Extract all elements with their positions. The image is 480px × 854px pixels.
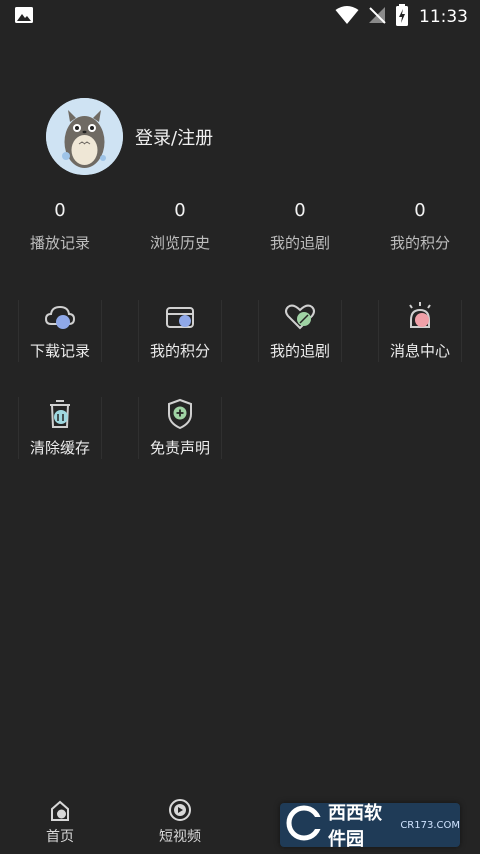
play-circle-icon (168, 798, 192, 822)
nav-label: 首页 (46, 829, 74, 845)
stat-value: 0 (54, 200, 66, 221)
grid-item-download-record[interactable]: 下载记录 (0, 298, 120, 395)
points-card-icon (163, 300, 197, 334)
nav-label: 短视频 (159, 829, 201, 845)
status-bar: 11:33 (0, 0, 480, 34)
heart-follow-icon (283, 300, 317, 334)
bell-icon (403, 300, 437, 334)
grid-item-disclaimer[interactable]: 免责声明 (120, 395, 240, 492)
watermark-text: 西西软件园 (328, 803, 382, 850)
watermark-logo-icon (286, 805, 322, 845)
no-signal-icon (367, 5, 387, 29)
grid-item-my-follow[interactable]: 我的追剧 (240, 298, 360, 395)
stats-row: 0 播放记录 0 浏览历史 0 我的追剧 0 我的积分 (0, 198, 480, 253)
function-grid: 下载记录 我的积分 我的追剧 消息中心 清除缓存 免责声明 (0, 298, 480, 492)
status-time: 11:33 (419, 7, 468, 27)
shield-plus-icon (163, 397, 197, 431)
nav-item-short-video[interactable]: 短视频 (120, 794, 240, 854)
stat-browse-history[interactable]: 0 浏览历史 (120, 198, 240, 253)
stat-label: 我的积分 (389, 234, 450, 252)
grid-item-label: 我的积分 (149, 342, 210, 360)
trash-icon (43, 397, 77, 431)
grid-item-my-points[interactable]: 我的积分 (120, 298, 240, 395)
stat-play-record[interactable]: 0 播放记录 (0, 198, 120, 253)
grid-item-label: 我的追剧 (269, 342, 330, 360)
nav-item-home[interactable]: 首页 (0, 794, 120, 854)
stat-value: 0 (414, 200, 426, 221)
stat-value: 0 (294, 200, 306, 221)
avatar[interactable] (46, 98, 123, 175)
stat-my-points[interactable]: 0 我的积分 (360, 198, 480, 253)
grid-item-message-center[interactable]: 消息中心 (360, 298, 480, 395)
login-register-link[interactable]: 登录/注册 (135, 124, 213, 150)
watermark-sub: CR173.COM (400, 819, 460, 831)
image-notification-icon (14, 6, 34, 28)
grid-item-label: 下载记录 (29, 342, 90, 360)
grid-item-label: 消息中心 (389, 342, 450, 360)
stat-value: 0 (174, 200, 186, 221)
stat-label: 我的追剧 (269, 234, 330, 252)
wifi-icon (335, 5, 359, 29)
grid-item-clear-cache[interactable]: 清除缓存 (0, 395, 120, 492)
cloud-download-icon (43, 300, 77, 334)
grid-item-label: 清除缓存 (29, 439, 90, 457)
home-icon (48, 798, 72, 822)
stat-my-follow[interactable]: 0 我的追剧 (240, 198, 360, 253)
stat-label: 浏览历史 (149, 234, 210, 252)
site-watermark: 西西软件园 CR173.COM (280, 803, 460, 850)
battery-charging-icon (395, 4, 409, 30)
profile-header[interactable]: 登录/注册 (46, 98, 213, 175)
grid-item-label: 免责声明 (149, 439, 210, 457)
stat-label: 播放记录 (29, 234, 90, 252)
